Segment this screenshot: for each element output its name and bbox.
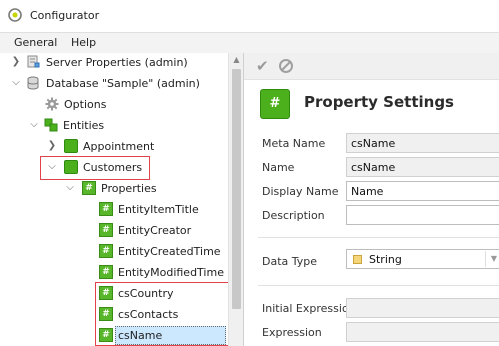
entity-icon xyxy=(64,139,78,153)
server-icon xyxy=(27,55,40,68)
string-type-icon xyxy=(353,255,362,264)
tree-item-property[interactable]: # EntityCreatedTime xyxy=(0,242,230,262)
property-icon: # xyxy=(99,223,113,237)
chevron-down-icon[interactable]: ⌵ xyxy=(10,77,22,89)
scroll-up-icon[interactable]: ▲ xyxy=(229,53,243,67)
entities-icon xyxy=(44,118,58,132)
chevron-down-icon[interactable]: ▼ xyxy=(485,251,499,267)
expression-field xyxy=(346,322,499,342)
data-type-select[interactable]: String ▼ xyxy=(346,249,499,269)
initial-expression-field xyxy=(346,298,499,318)
check-icon[interactable]: ✔ xyxy=(256,58,272,74)
tree-item-server-properties[interactable]: ❯ Server Properties (admin) xyxy=(0,53,230,73)
meta-name-field: csName xyxy=(346,133,499,153)
menu-help[interactable]: Help xyxy=(71,36,96,49)
tree-item-appointment[interactable]: ❯ Appointment xyxy=(0,137,230,157)
chevron-down-icon[interactable]: ⌵ xyxy=(28,119,40,131)
display-name-field[interactable]: Name xyxy=(346,181,499,201)
highlight-frame-customers xyxy=(40,156,150,180)
tree-item-label: Properties xyxy=(101,182,157,195)
tree-scrollbar[interactable]: ▲ xyxy=(228,53,243,346)
tree-item-label: Server Properties (admin) xyxy=(46,56,188,69)
scroll-thumb[interactable] xyxy=(232,69,241,309)
tree-item-properties[interactable]: ⌵ # Properties xyxy=(0,179,230,199)
chevron-right-icon[interactable]: ❯ xyxy=(46,140,58,152)
toolbar: ✔ xyxy=(244,53,499,80)
tree-item-label: Options xyxy=(64,98,107,111)
property-header-icon: # xyxy=(260,89,290,119)
window-title: Configurator xyxy=(30,9,100,22)
tree-item-label: EntityCreator xyxy=(118,224,192,237)
tree-item-label: Database "Sample" (admin) xyxy=(46,77,200,90)
highlight-frame-properties xyxy=(95,282,231,346)
chevron-down-icon[interactable]: ⌵ xyxy=(64,182,76,194)
tree-item-label: EntityItemTitle xyxy=(118,203,199,216)
menu-bar: General Help xyxy=(0,32,499,54)
display-name-label: Display Name xyxy=(262,185,339,198)
tree-item-options[interactable]: Options xyxy=(0,95,230,115)
gear-icon xyxy=(45,97,59,111)
meta-name-label: Meta Name xyxy=(262,137,326,150)
cancel-icon[interactable] xyxy=(278,58,294,74)
title-bar: Configurator xyxy=(0,0,499,32)
divider xyxy=(258,285,499,286)
properties-folder-icon: # xyxy=(82,181,96,195)
tree-item-label: Entities xyxy=(63,119,105,132)
app-logo-icon xyxy=(8,8,22,22)
tree-item-database[interactable]: ⌵ Database "Sample" (admin) xyxy=(0,74,230,94)
property-icon: # xyxy=(99,265,113,279)
database-icon xyxy=(27,76,39,90)
menu-general[interactable]: General xyxy=(14,36,57,49)
page-title: Property Settings xyxy=(304,93,454,111)
tree-item-label: Appointment xyxy=(83,140,155,153)
initial-expression-label: Initial Expression xyxy=(262,302,356,315)
name-label: Name xyxy=(262,161,295,174)
tree-item-property[interactable]: # EntityItemTitle xyxy=(0,200,230,220)
tree-item-label: EntityCreatedTime xyxy=(118,245,221,258)
property-icon: # xyxy=(99,202,113,216)
name-field: csName xyxy=(346,157,499,177)
description-label: Description xyxy=(262,209,325,222)
chevron-right-icon[interactable]: ❯ xyxy=(10,56,22,68)
data-type-value: String xyxy=(369,253,402,266)
tree-item-property[interactable]: # EntityModifiedTime xyxy=(0,263,230,283)
tree-item-property[interactable]: # EntityCreator xyxy=(0,221,230,241)
tree-pane: ❯ Server Properties (admin) ⌵ Database "… xyxy=(0,53,244,346)
property-settings-pane: ✔ # Property Settings Meta Name csName N… xyxy=(244,53,499,346)
tree-item-entities[interactable]: ⌵ Entities xyxy=(0,116,230,136)
divider xyxy=(258,237,499,238)
description-field[interactable] xyxy=(346,205,499,225)
expression-label: Expression xyxy=(262,326,322,339)
data-type-label: Data Type xyxy=(262,255,318,268)
property-icon: # xyxy=(99,244,113,258)
tree-item-label: EntityModifiedTime xyxy=(118,266,224,279)
